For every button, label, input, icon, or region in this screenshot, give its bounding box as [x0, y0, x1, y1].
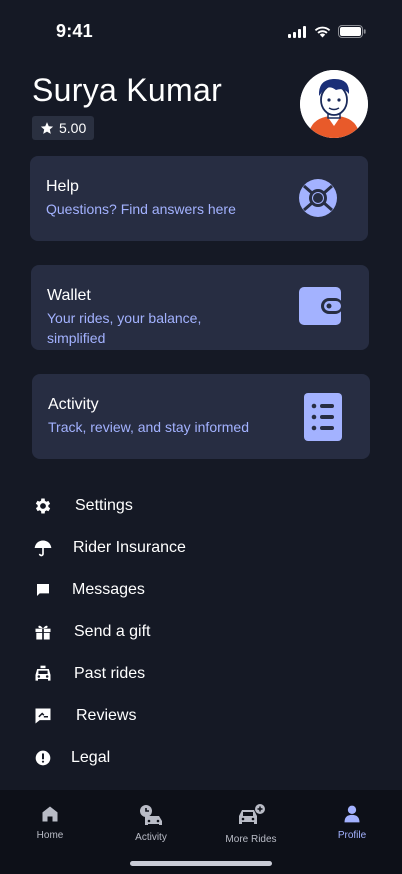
menu-item-send-a-gift[interactable]: Send a gift	[32, 617, 372, 647]
menu-item-past-rides[interactable]: Past rides	[32, 659, 372, 689]
home-icon	[42, 806, 58, 822]
status-icons	[288, 25, 366, 38]
status-bar: 9:41	[0, 0, 402, 62]
activity-icon	[140, 805, 162, 825]
menu-item-legal[interactable]: Legal	[32, 743, 372, 773]
gear-icon	[32, 495, 54, 517]
wallet-card-title: Wallet	[47, 287, 91, 304]
chat-icon	[32, 579, 54, 601]
menu-item-rider-insurance[interactable]: Rider Insurance	[32, 533, 372, 563]
review-icon	[32, 705, 54, 727]
list-document-icon	[304, 393, 342, 441]
menu-label-send-a-gift: Send a gift	[74, 623, 151, 640]
menu-label-rider-insurance: Rider Insurance	[73, 539, 186, 556]
home-indicator[interactable]	[130, 861, 272, 866]
gift-icon	[32, 621, 54, 643]
profile-name: Surya Kumar	[32, 72, 223, 108]
help-card-subtitle: Questions? Find answers here	[46, 201, 236, 217]
nav-tab-more-rides[interactable]: More Rides	[211, 804, 291, 845]
taxi-icon	[32, 663, 54, 685]
status-time: 9:41	[56, 21, 93, 41]
nav-label-more-rides: More Rides	[225, 834, 277, 845]
umbrella-icon	[32, 537, 54, 559]
more-rides-icon	[239, 804, 265, 824]
signal-icon	[288, 25, 306, 38]
wallet-icon	[299, 287, 343, 325]
nav-label-activity: Activity	[135, 832, 167, 843]
menu-item-messages[interactable]: Messages	[32, 575, 372, 605]
wallet-card-subtitle: Your rides, your balance, simplified	[47, 310, 202, 346]
avatar[interactable]	[300, 70, 368, 138]
rating-value: 5.00	[59, 120, 87, 136]
menu-item-settings[interactable]: Settings	[32, 491, 372, 521]
avatar-illustration	[300, 70, 368, 138]
activity-card-subtitle: Track, review, and stay informed	[48, 419, 250, 435]
battery-icon	[338, 25, 366, 38]
nav-tab-profile[interactable]: Profile	[312, 804, 392, 841]
nav-tab-activity[interactable]: Activity	[111, 804, 191, 843]
profile-icon	[344, 805, 360, 823]
menu-label-legal: Legal	[71, 749, 111, 766]
nav-label-home: Home	[36, 830, 64, 841]
info-icon	[32, 747, 54, 769]
menu-label-past-rides: Past rides	[74, 665, 146, 682]
star-icon	[40, 122, 54, 134]
lifebuoy-icon	[299, 179, 337, 217]
help-card-title: Help	[46, 178, 79, 195]
help-card[interactable]: Help Questions? Find answers here	[30, 156, 368, 241]
menu-label-reviews: Reviews	[76, 707, 137, 724]
activity-card[interactable]: Activity Track, review, and stay informe…	[32, 374, 370, 459]
activity-card-title: Activity	[48, 396, 99, 413]
nav-tab-home[interactable]: Home	[10, 804, 90, 841]
wifi-icon	[314, 26, 331, 37]
menu-label-messages: Messages	[72, 581, 145, 598]
wallet-card[interactable]: Wallet Your rides, your balance, simplif…	[31, 265, 369, 350]
rating-badge: 5.00	[32, 116, 95, 140]
nav-label-profile: Profile	[337, 830, 367, 841]
menu-label-settings: Settings	[75, 497, 133, 514]
menu-item-reviews[interactable]: Reviews	[32, 701, 372, 731]
